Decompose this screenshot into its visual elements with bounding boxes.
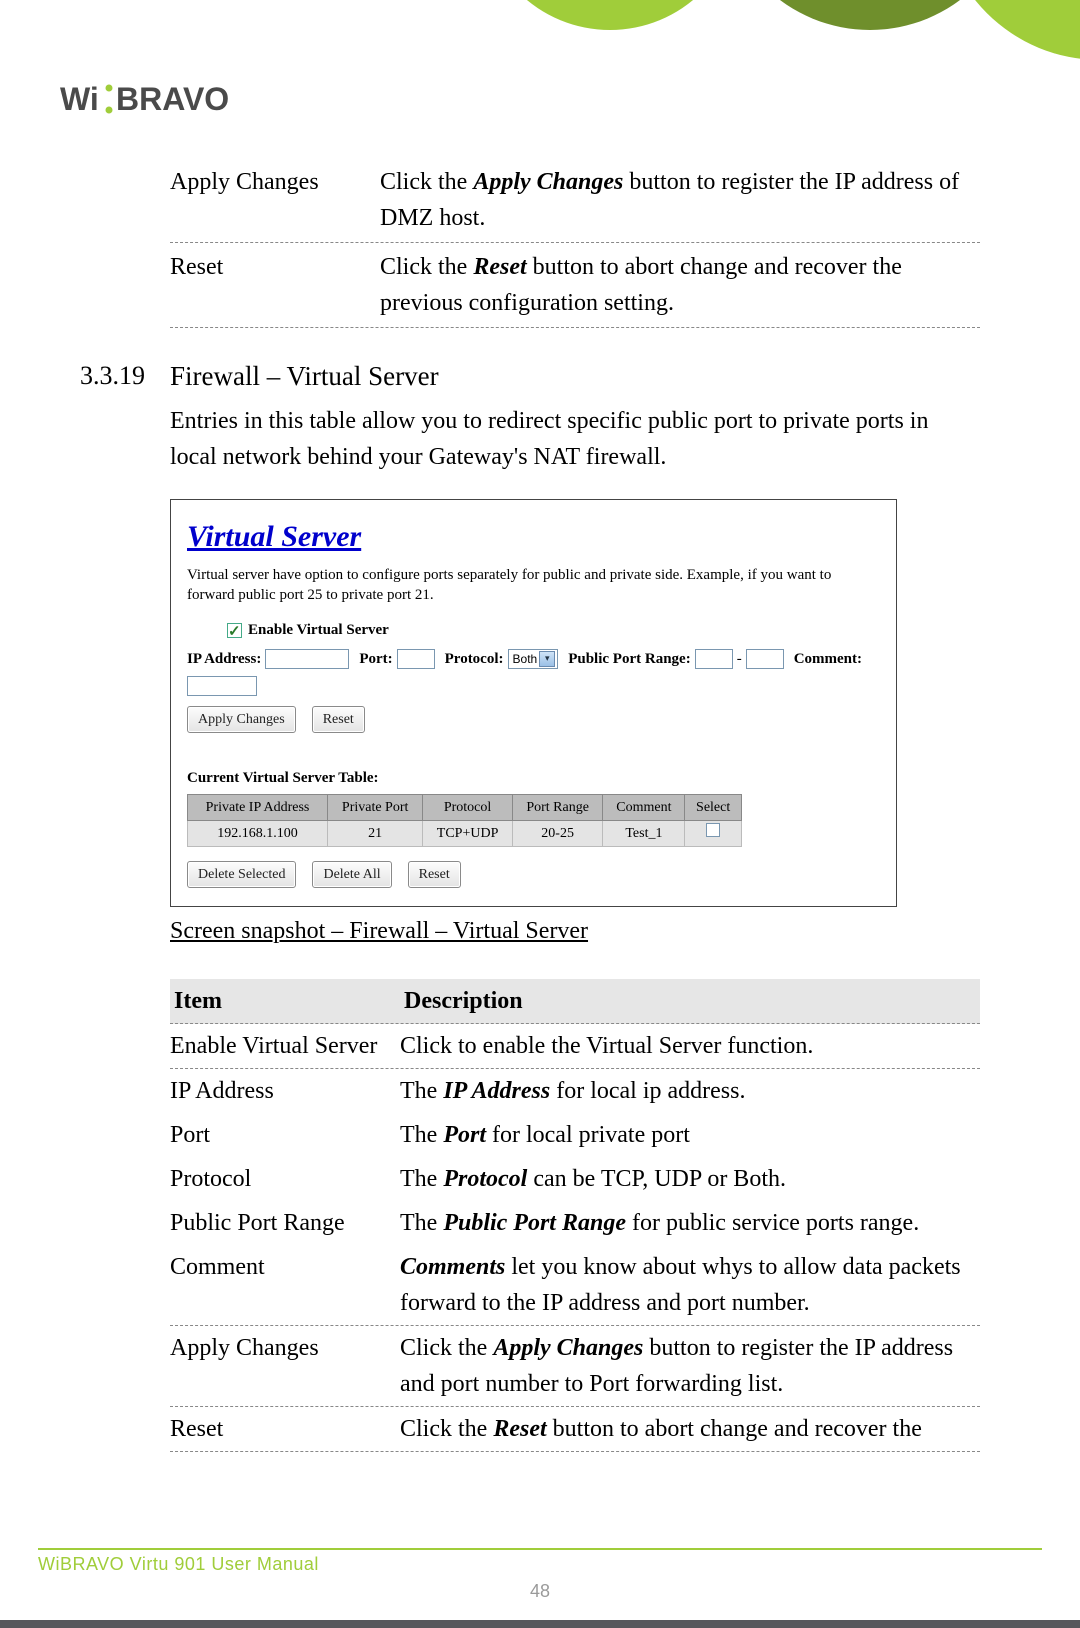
table-row: IP AddressThe IP Address for local ip ad… [170, 1069, 980, 1113]
logo-part-b: BRAVO [116, 81, 229, 117]
footer-text: WiBRAVO Virtu 901 User Manual [38, 1554, 1042, 1575]
range-dash: - [737, 648, 742, 671]
page-number: 48 [38, 1581, 1042, 1602]
def-term: Apply Changes [170, 164, 380, 236]
def-term: Reset [170, 249, 380, 321]
col-protocol: Protocol [423, 794, 512, 820]
delete-all-button[interactable]: Delete All [312, 861, 391, 888]
description-cell: Comments let you know about whys to allo… [400, 1249, 980, 1321]
description-cell: The Protocol can be TCP, UDP or Both. [400, 1161, 980, 1197]
protocol-select[interactable]: Both▾ [508, 649, 559, 669]
description-cell: Click to enable the Virtual Server funct… [400, 1028, 980, 1064]
col-comment: Comment [603, 794, 685, 820]
col-private-ip: Private IP Address [188, 794, 328, 820]
comment-input[interactable] [187, 676, 257, 696]
table-row: Apply ChangesClick the Apply Changes but… [170, 1326, 980, 1407]
col-port-range: Port Range [512, 794, 603, 820]
item-cell: Reset [170, 1411, 400, 1447]
reset-button[interactable]: Reset [408, 861, 461, 888]
table-row: Public Port RangeThe Public Port Range f… [170, 1201, 980, 1245]
enable-virtual-server-checkbox[interactable] [227, 623, 242, 638]
reset-button[interactable]: Reset [312, 706, 365, 733]
col-description: Description [400, 979, 980, 1023]
footer-rule [38, 1548, 1042, 1550]
current-table-heading: Current Virtual Server Table: [187, 767, 880, 790]
public-port-range-start-input[interactable] [695, 649, 733, 669]
section-number: 3.3.19 [80, 356, 145, 395]
def-desc: Click the Apply Changes button to regist… [380, 164, 980, 236]
item-cell: Protocol [170, 1161, 400, 1197]
public-port-range-end-input[interactable] [746, 649, 784, 669]
col-select: Select [685, 794, 742, 820]
virtual-server-table: Private IP Address Private Port Protocol… [187, 794, 742, 847]
item-cell: Apply Changes [170, 1330, 400, 1402]
public-port-range-label: Public Port Range: [568, 648, 690, 671]
section-title: Firewall – Virtual Server [170, 356, 980, 397]
table-row: PortThe Port for local private port [170, 1113, 980, 1157]
col-private-port: Private Port [327, 794, 422, 820]
item-cell: Comment [170, 1249, 400, 1321]
item-cell: IP Address [170, 1073, 400, 1109]
section-intro: Entries in this table allow you to redir… [170, 403, 980, 475]
ip-address-label: IP Address: [187, 648, 261, 671]
description-cell: The Public Port Range for public service… [400, 1205, 980, 1241]
panel-description: Virtual server have option to configure … [187, 565, 880, 606]
port-input[interactable] [397, 649, 435, 669]
enable-virtual-server-label: Enable Virtual Server [248, 619, 389, 642]
item-cell: Enable Virtual Server [170, 1028, 400, 1064]
comment-label: Comment: [794, 648, 862, 671]
item-cell: Public Port Range [170, 1205, 400, 1241]
item-cell: Port [170, 1117, 400, 1153]
table-row: CommentComments let you know about whys … [170, 1245, 980, 1326]
apply-changes-button[interactable]: Apply Changes [187, 706, 296, 733]
description-cell: The IP Address for local ip address. [400, 1073, 980, 1109]
screenshot-caption: Screen snapshot – Firewall – Virtual Ser… [170, 913, 980, 949]
table-row: 192.168.1.100 21 TCP+UDP 20-25 Test_1 [188, 820, 742, 846]
col-item: Item [170, 979, 400, 1023]
description-cell: Click the Reset button to abort change a… [400, 1411, 980, 1447]
page-footer: WiBRAVO Virtu 901 User Manual 48 [38, 1548, 1042, 1602]
row-select-checkbox[interactable] [706, 823, 720, 837]
table-row: Enable Virtual ServerClick to enable the… [170, 1024, 980, 1069]
panel-title: Virtual Server [187, 514, 880, 559]
description-cell: The Port for local private port [400, 1117, 980, 1153]
bottom-bar [0, 1620, 1080, 1628]
table-row: ResetClick the Reset button to abort cha… [170, 1407, 980, 1452]
ip-address-input[interactable] [265, 649, 349, 669]
def-desc: Click the Reset button to abort change a… [380, 249, 980, 321]
delete-selected-button[interactable]: Delete Selected [187, 861, 296, 888]
screenshot-panel: Virtual Server Virtual server have optio… [170, 499, 897, 907]
protocol-label: Protocol: [445, 648, 504, 671]
top-def-table: Apply Changes Click the Apply Changes bu… [170, 158, 980, 328]
brand-logo: Wi BRAVO [60, 80, 1020, 118]
table-row: ProtocolThe Protocol can be TCP, UDP or … [170, 1157, 980, 1201]
logo-part-a: Wi [60, 81, 99, 117]
chevron-down-icon: ▾ [539, 651, 555, 667]
description-cell: Click the Apply Changes button to regist… [400, 1330, 980, 1402]
port-label: Port: [359, 648, 392, 671]
item-description-table: Item Description Enable Virtual ServerCl… [170, 979, 980, 1452]
